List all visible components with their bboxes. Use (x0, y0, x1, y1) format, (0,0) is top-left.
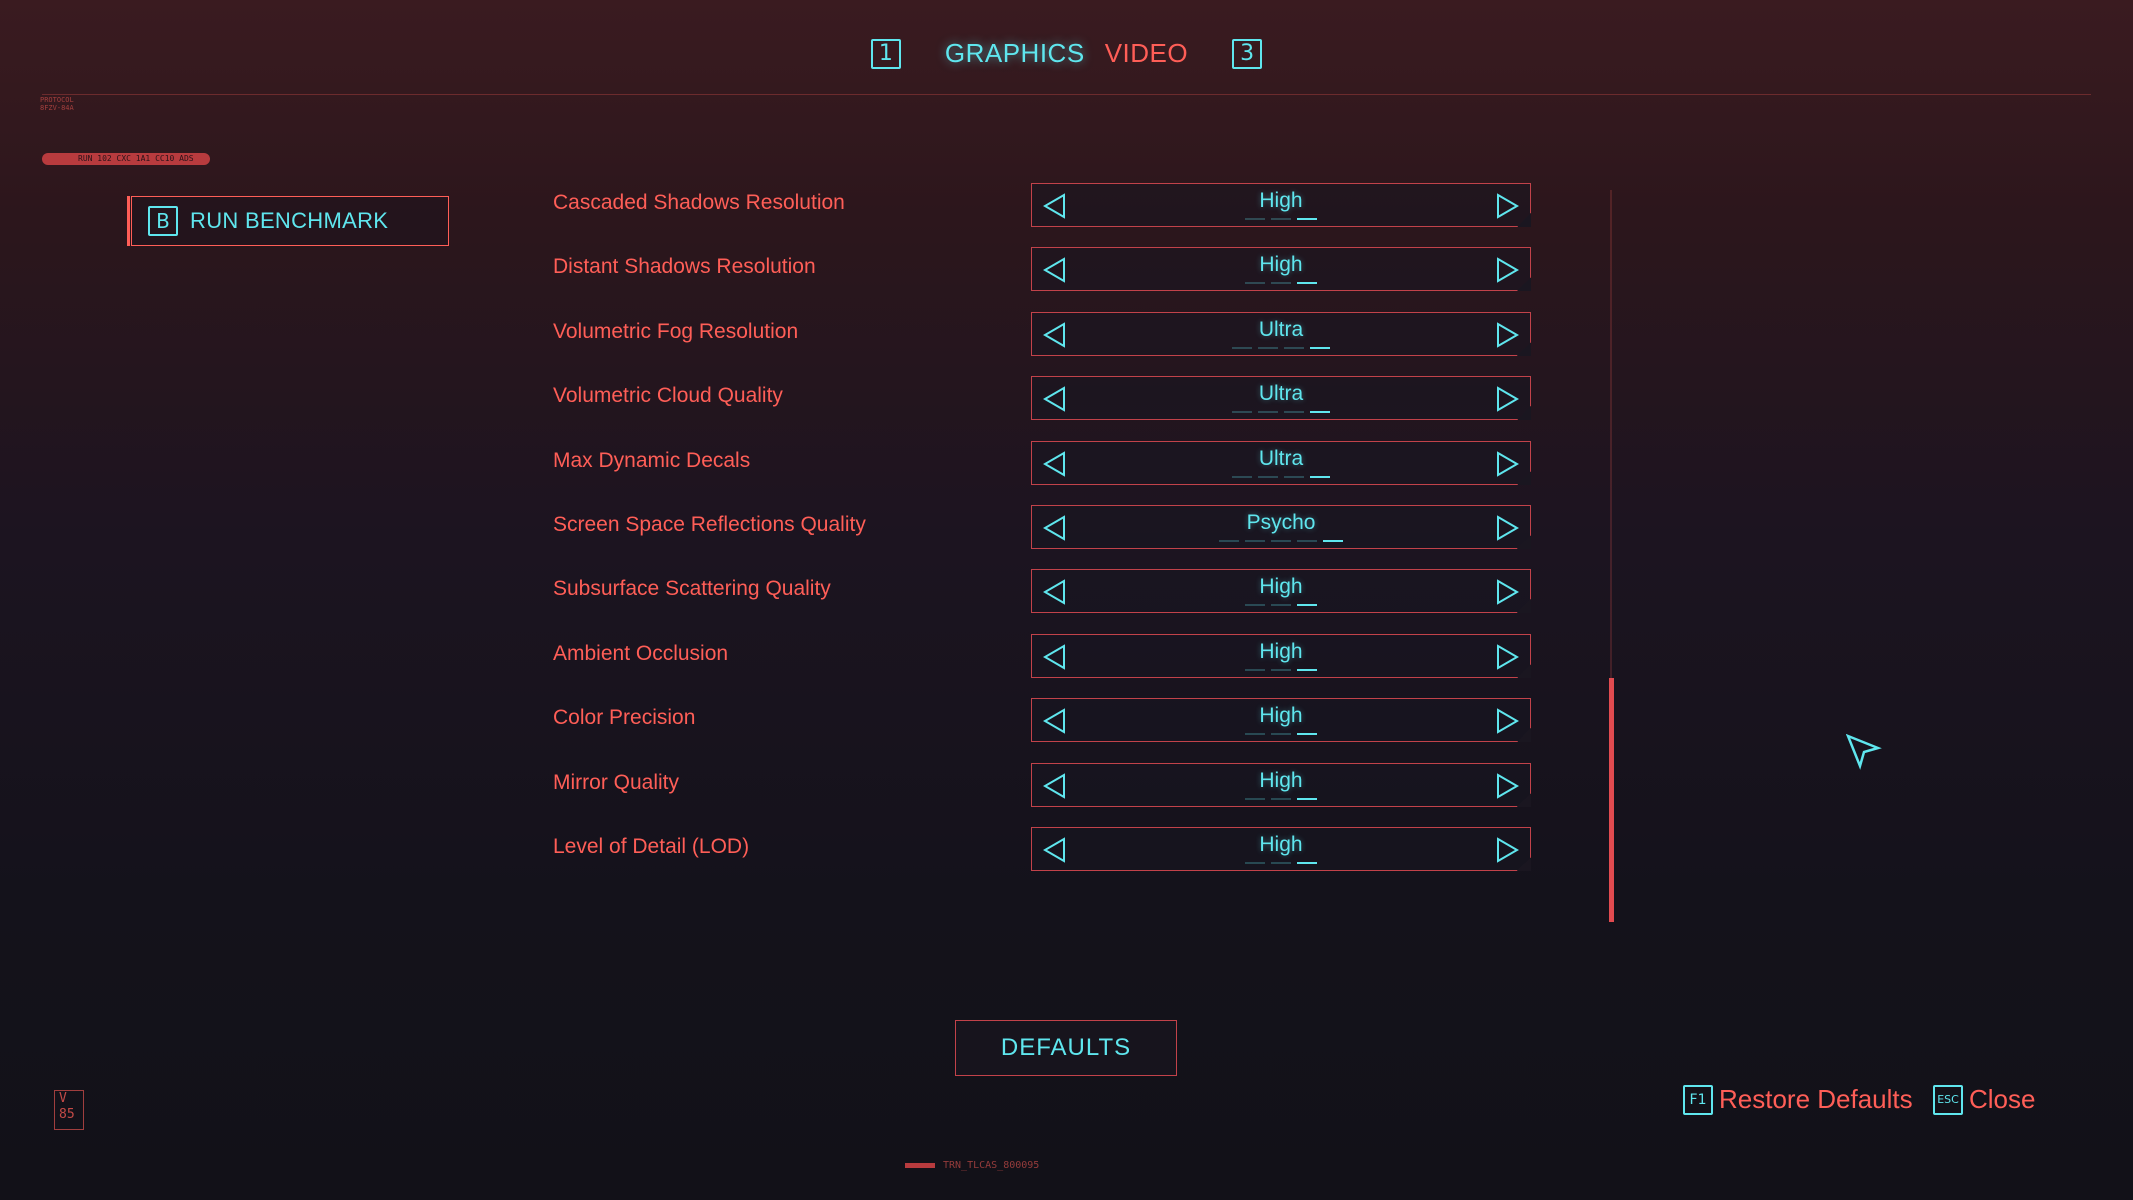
status-pill: RUN 102 CXC 1A1 CC10 ADS (42, 153, 210, 165)
tab-bar: 1 GRAPHICS VIDEO 3 (0, 38, 2133, 69)
setting-stepper[interactable]: Ultra (1031, 376, 1531, 421)
arrow-right-icon[interactable] (1494, 193, 1520, 219)
arrow-right-icon[interactable] (1494, 579, 1520, 606)
level-indicator (1245, 218, 1317, 220)
header-divider (42, 94, 2091, 95)
setting-stepper[interactable]: High (1031, 247, 1531, 292)
close-label: Close (1969, 1084, 2036, 1114)
restore-defaults-hint[interactable]: F1 Restore Defaults (1683, 1084, 1913, 1115)
setting-value: High (1259, 639, 1303, 663)
setting-stepper[interactable]: Ultra (1031, 440, 1531, 485)
setting-row[interactable]: Screen Space Reflections Quality Psycho (553, 505, 1533, 549)
setting-value: High (1259, 833, 1303, 856)
protocol-logo: PROTOCOL 8FZV-84A (40, 96, 74, 112)
setting-label: Subsurface Scattering Quality (553, 577, 831, 601)
level-indicator (1219, 540, 1343, 542)
level-indicator (1245, 282, 1317, 285)
tab-video[interactable]: VIDEO (1105, 38, 1188, 69)
setting-value: High (1259, 768, 1303, 792)
barcode-text: TRN_TLCAS_800095 (943, 1160, 1040, 1171)
setting-value: Ultra (1258, 382, 1304, 406)
level-indicator (1245, 733, 1317, 736)
setting-stepper[interactable]: High (1031, 633, 1531, 678)
setting-row[interactable]: Distant Shadows Resolution High (553, 247, 1533, 292)
close-hint[interactable]: ESC Close (1933, 1084, 2035, 1115)
level-indicator (1245, 668, 1317, 671)
arrow-right-icon[interactable] (1494, 322, 1520, 348)
arrow-right-icon[interactable] (1494, 644, 1520, 670)
run-benchmark-button[interactable]: B RUN BENCHMARK (127, 196, 449, 246)
setting-label: Ambient Occlusion (553, 641, 729, 665)
setting-row[interactable]: Color Precision High (553, 698, 1533, 743)
arrow-right-icon[interactable] (1494, 450, 1520, 477)
restore-defaults-label: Restore Defaults (1719, 1084, 1913, 1114)
setting-value: High (1259, 704, 1303, 728)
arrow-right-icon[interactable] (1494, 837, 1520, 863)
run-benchmark-label: RUN BENCHMARK (190, 208, 389, 233)
setting-label: Volumetric Cloud Quality (553, 384, 783, 408)
scrollbar-thumb[interactable] (1609, 678, 1614, 922)
level-indicator (1232, 346, 1330, 349)
setting-label: Cascaded Shadows Resolution (553, 191, 845, 214)
setting-label: Distant Shadows Resolution (553, 255, 816, 279)
setting-row[interactable]: Volumetric Cloud Quality Ultra (553, 376, 1533, 421)
level-indicator (1245, 797, 1317, 800)
setting-row[interactable]: Subsurface Scattering Quality High (553, 569, 1533, 614)
setting-stepper[interactable]: High (1031, 827, 1531, 871)
benchmark-key: B (148, 206, 178, 236)
setting-row[interactable]: Cascaded Shadows Resolution High (553, 183, 1533, 227)
setting-stepper[interactable]: Ultra (1031, 311, 1531, 356)
setting-label: Level of Detail (LOD) (553, 835, 750, 858)
cursor-icon (1846, 734, 1882, 770)
setting-stepper[interactable]: High (1031, 183, 1531, 227)
setting-row[interactable]: Ambient Occlusion High (553, 633, 1533, 678)
tab-graphics[interactable]: GRAPHICS (945, 38, 1085, 69)
arrow-right-icon[interactable] (1494, 386, 1520, 412)
setting-label: Mirror Quality (553, 770, 680, 794)
setting-row[interactable]: Max Dynamic Decals Ultra (553, 440, 1533, 485)
setting-stepper[interactable]: Psycho (1031, 505, 1531, 549)
setting-value: Psycho (1246, 511, 1316, 534)
tab-next-key[interactable]: 3 (1232, 38, 1263, 69)
setting-label: Screen Space Reflections Quality (553, 513, 866, 536)
setting-row[interactable]: Volumetric Fog Resolution Ultra (553, 311, 1533, 356)
level-indicator (1245, 862, 1317, 864)
setting-stepper[interactable]: High (1031, 698, 1531, 743)
barcode-strip: TRN_TLCAS_800095 (905, 1160, 1039, 1171)
level-indicator (1232, 475, 1330, 478)
level-indicator (1232, 411, 1330, 414)
setting-label: Color Precision (553, 706, 696, 730)
f1-key: F1 (1683, 1084, 1713, 1115)
setting-stepper[interactable]: High (1031, 569, 1531, 614)
setting-value: High (1259, 575, 1303, 599)
setting-stepper[interactable]: High (1031, 762, 1531, 807)
setting-label: Volumetric Fog Resolution (553, 319, 799, 343)
arrow-right-icon[interactable] (1494, 708, 1520, 734)
setting-value: Ultra (1258, 446, 1304, 470)
level-indicator (1245, 604, 1317, 607)
arrow-right-icon[interactable] (1494, 257, 1520, 284)
arrow-right-icon[interactable] (1494, 772, 1520, 799)
setting-row[interactable]: Mirror Quality High (553, 762, 1533, 807)
version-badge: V 85 (54, 1090, 84, 1130)
setting-value: High (1259, 253, 1303, 277)
setting-value: High (1259, 189, 1303, 212)
barcode-arrow-icon (905, 1163, 935, 1168)
setting-value: Ultra (1258, 317, 1304, 341)
defaults-button[interactable]: DEFAULTS (955, 1020, 1177, 1076)
esc-key: ESC (1933, 1084, 1963, 1115)
arrow-right-icon[interactable] (1494, 515, 1520, 541)
setting-label: Max Dynamic Decals (553, 448, 751, 472)
tab-prev-key[interactable]: 1 (870, 38, 901, 69)
setting-row[interactable]: Level of Detail (LOD) High (553, 827, 1533, 871)
